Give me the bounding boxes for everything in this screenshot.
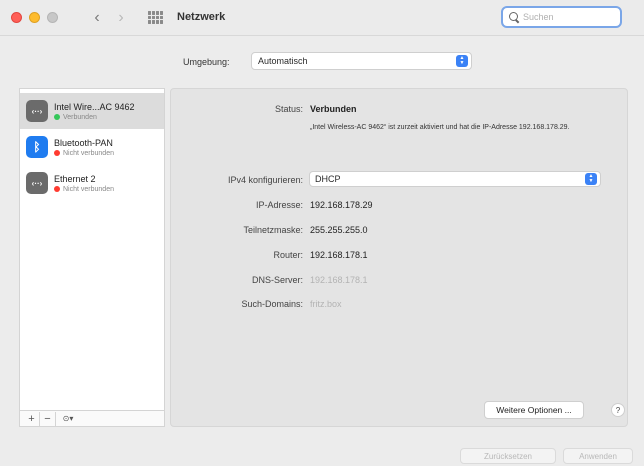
dns-server-label: DNS-Server: [251, 275, 303, 285]
service-item-bluetooth-pan[interactable]: ᛒ Bluetooth-PAN Nicht verbunden [20, 129, 164, 165]
subnet-mask-label: Teilnetzmaske: [243, 225, 303, 235]
close-window-button[interactable] [11, 12, 22, 23]
service-status: Nicht verbunden [63, 149, 114, 157]
service-name: Ethernet 2 [54, 173, 96, 184]
status-dot-icon [54, 186, 60, 192]
service-item-intel-wireless[interactable]: ‹··› Intel Wire...AC 9462 Verbunden [20, 93, 164, 129]
ip-address-label: IP-Adresse: [255, 200, 303, 210]
minimize-window-button[interactable] [29, 12, 40, 23]
service-list: ‹··› Intel Wire...AC 9462 Verbunden ᛒ Bl… [19, 88, 165, 427]
service-status: Nicht verbunden [63, 185, 114, 193]
more-options-button[interactable]: Weitere Optionen ... [484, 401, 584, 419]
zoom-window-button[interactable] [47, 12, 58, 23]
add-service-button[interactable]: + [24, 411, 40, 426]
service-name: Intel Wire...AC 9462 [54, 101, 135, 112]
search-input[interactable] [523, 12, 613, 22]
service-status: Verbunden [63, 113, 97, 121]
dns-server-value: 192.168.178.1 [310, 275, 368, 285]
search-domains-label: Such-Domains: [241, 299, 303, 309]
select-arrows-icon: ▲ ▼ [456, 55, 468, 67]
status-dot-icon [54, 114, 60, 120]
remove-service-button[interactable]: − [40, 411, 56, 426]
ipv4-configure-select[interactable]: DHCP ▲ ▼ [309, 171, 601, 187]
sidebar-footer: + − ⊙▾ [20, 410, 164, 426]
forward-button[interactable]: › [112, 8, 130, 28]
wifi-ethernet-icon: ‹··› [26, 100, 48, 122]
help-button[interactable]: ? [611, 403, 625, 417]
chevron-left-icon: ‹ [94, 9, 100, 26]
router-value: 192.168.178.1 [310, 250, 368, 260]
toolbar: ‹ › Netzwerk [0, 0, 644, 36]
details-panel: Status: Verbunden „Intel Wireless-AC 946… [170, 88, 628, 427]
window-title: Netzwerk [177, 11, 226, 23]
ip-address-value: 192.168.178.29 [310, 200, 373, 210]
service-item-ethernet-2[interactable]: ‹··› Ethernet 2 Nicht verbunden [20, 165, 164, 201]
environment-value: Automatisch [258, 56, 308, 66]
status-description: „Intel Wireless-AC 9462“ ist zurzeit akt… [310, 124, 570, 131]
status-dot-icon [54, 150, 60, 156]
action-menu-button[interactable]: ⊙▾ [56, 412, 80, 426]
ipv4-label: IPv4 konfigurieren: [227, 175, 303, 185]
back-button[interactable]: ‹ [88, 8, 106, 28]
environment-label: Umgebung: [183, 57, 230, 67]
chevron-right-icon: › [118, 9, 124, 26]
environment-select[interactable]: Automatisch ▲ ▼ [251, 52, 472, 70]
search-field[interactable] [501, 6, 622, 28]
revert-button[interactable]: Zurücksetzen [460, 448, 556, 464]
apply-button[interactable]: Anwenden [563, 448, 633, 464]
bluetooth-icon: ᛒ [26, 136, 48, 158]
status-value: Verbunden [310, 104, 357, 114]
ethernet-icon: ‹··› [26, 172, 48, 194]
search-domains-value: fritz.box [310, 299, 342, 309]
ipv4-value: DHCP [315, 174, 341, 184]
show-all-grid-icon[interactable] [148, 11, 163, 24]
subnet-mask-value: 255.255.255.0 [310, 225, 368, 235]
router-label: Router: [273, 250, 303, 260]
select-arrows-icon: ▲ ▼ [585, 173, 597, 185]
search-icon [509, 11, 520, 23]
service-name: Bluetooth-PAN [54, 137, 113, 148]
status-label: Status: [274, 104, 303, 114]
